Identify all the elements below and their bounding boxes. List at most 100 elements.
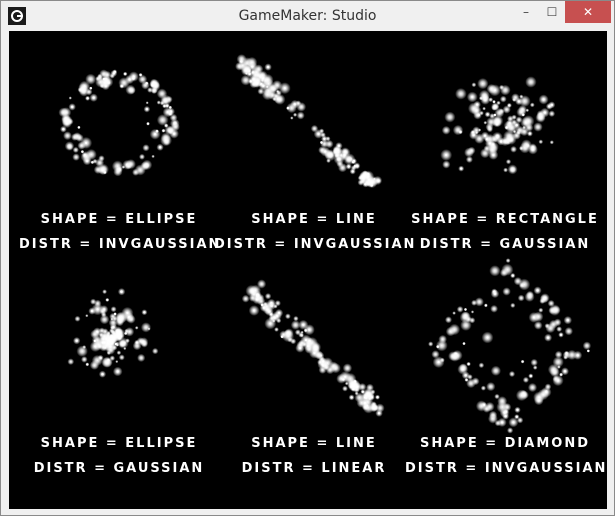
particle (455, 88, 467, 100)
emitter-5-shape-label: SHAPE = LINE (251, 436, 377, 451)
particle-core (537, 399, 540, 402)
particle (505, 159, 512, 165)
emitter-4-distr-label: DISTR = GAUSSIAN (33, 461, 205, 476)
particle (274, 327, 279, 332)
particle (500, 84, 511, 96)
particle (74, 315, 81, 322)
particle-core (587, 349, 590, 353)
particle-core (524, 121, 528, 124)
particle (128, 86, 136, 95)
particle-core (522, 113, 525, 117)
particle (564, 327, 573, 336)
particle-core (500, 421, 504, 424)
particle-core (459, 130, 462, 134)
particle (544, 383, 552, 391)
particle-core (101, 168, 105, 171)
particle-core (128, 78, 131, 81)
particle (108, 318, 118, 328)
particle-core (493, 292, 497, 295)
particle (549, 140, 554, 145)
particle (123, 346, 127, 351)
particle-core (437, 360, 440, 364)
particle (90, 329, 100, 339)
particle (321, 361, 330, 370)
particle-core (102, 308, 106, 311)
particle (522, 376, 530, 383)
particle (319, 128, 325, 134)
particle (537, 388, 549, 401)
particle (124, 328, 129, 334)
particle (264, 293, 272, 300)
particle-core (114, 342, 118, 346)
particle-core (471, 95, 474, 99)
particle (104, 336, 113, 345)
particle-core (493, 105, 497, 108)
particle (344, 381, 349, 386)
close-button[interactable]: ✕ (565, 1, 611, 23)
particle-core (101, 373, 104, 376)
particle (511, 93, 520, 102)
particle (139, 153, 145, 160)
particle-core (483, 134, 487, 137)
particle-core (313, 351, 316, 355)
game-viewport[interactable]: SHAPE = ELLIPSE DISTR = INVGAUSSIAN SHAP… (9, 31, 607, 509)
title-bar[interactable]: GameMaker: Studio – ☐ ✕ (1, 1, 614, 31)
particle (295, 100, 302, 107)
particle-core (255, 298, 259, 301)
particle-core (269, 322, 272, 325)
particle (439, 357, 445, 363)
particle (548, 110, 556, 117)
particle (490, 365, 501, 376)
maximize-button[interactable]: ☐ (539, 1, 565, 23)
particle (490, 304, 498, 313)
particle (489, 265, 501, 277)
particle (459, 363, 468, 372)
particle-core (351, 170, 354, 173)
particle-core (504, 415, 507, 418)
particle-core (286, 331, 290, 335)
particle-core (126, 163, 129, 166)
particle (505, 136, 512, 143)
particle-core (343, 153, 346, 157)
particle-core (486, 336, 489, 339)
particle (68, 96, 72, 100)
emitter-6-distr-label: DISTR = INVGAUSSIAN (405, 461, 608, 476)
particle (510, 145, 517, 153)
particle (448, 323, 461, 336)
particle (163, 138, 171, 146)
particle-core (521, 360, 524, 363)
particle (103, 77, 108, 81)
particle-core (116, 370, 119, 373)
particle (525, 76, 537, 88)
minimize-button[interactable]: – (513, 1, 539, 23)
emitter-4-shape-label: SHAPE = ELLIPSE (40, 436, 198, 451)
particle-core (113, 70, 117, 73)
emitter-6-shape-label: SHAPE = DIAMOND (419, 436, 590, 451)
particle (141, 80, 150, 90)
particle-core (542, 98, 545, 101)
particle (499, 95, 507, 103)
particle (98, 327, 106, 334)
particle (349, 384, 354, 389)
particle (142, 144, 150, 152)
particle (152, 347, 159, 355)
particle-core (511, 274, 514, 277)
particle-core (143, 311, 146, 314)
particle (471, 377, 480, 386)
particle (552, 375, 560, 383)
particle (507, 427, 514, 434)
particle-core (163, 104, 166, 108)
particle (67, 358, 75, 366)
particle-core (139, 73, 142, 77)
particle-core (559, 333, 563, 336)
particle-core (323, 137, 326, 140)
particle (342, 385, 348, 392)
particle (494, 393, 500, 400)
particle-core (62, 128, 65, 131)
particle-core (64, 117, 67, 120)
particle-core (277, 311, 281, 315)
particle (519, 282, 525, 288)
particle-core (529, 374, 532, 378)
particle-core (96, 308, 99, 311)
particle-core (563, 370, 567, 373)
